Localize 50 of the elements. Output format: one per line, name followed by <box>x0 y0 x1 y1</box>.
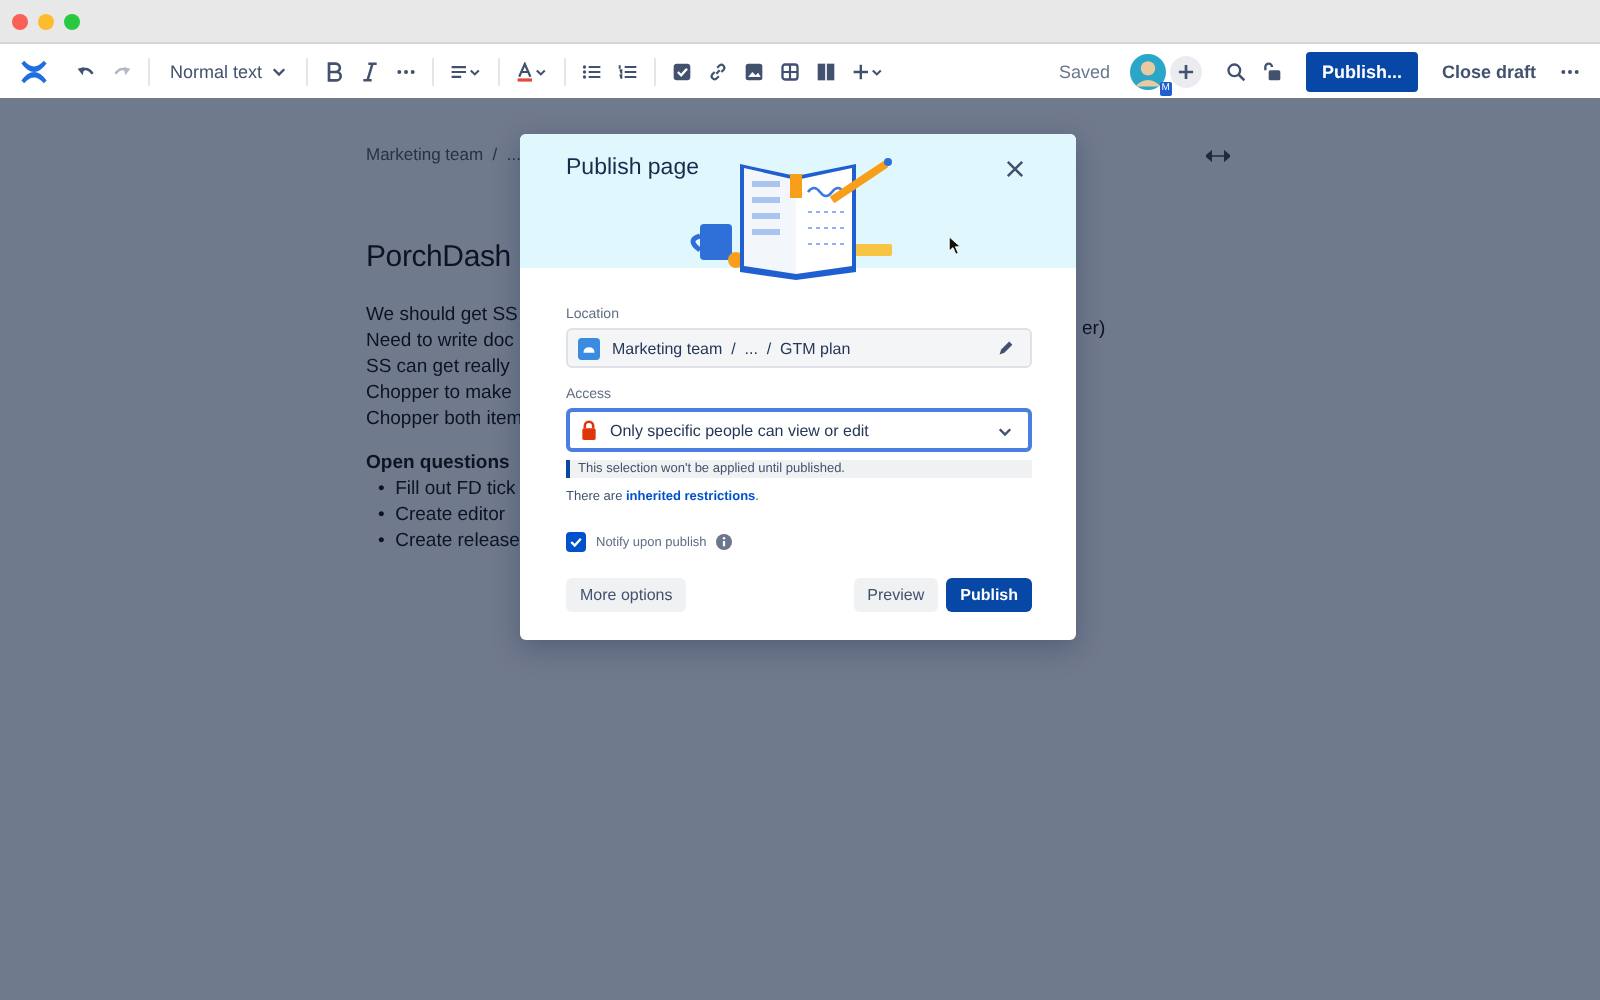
expand-width-icon[interactable] <box>1206 150 1230 162</box>
publish-button[interactable]: Publish... <box>1305 51 1418 91</box>
location-field[interactable]: Marketing team / ... / GTM plan <box>566 328 1032 368</box>
notify-checkbox[interactable] <box>566 532 586 552</box>
padlock-icon <box>580 420 598 440</box>
image-icon[interactable] <box>744 61 765 81</box>
table-icon[interactable] <box>780 61 801 81</box>
more-options-button[interactable]: More options <box>566 578 687 612</box>
info-icon[interactable] <box>716 534 733 550</box>
bullet-item: • Create release <box>378 528 520 554</box>
paragraph-fragment: er) <box>1082 318 1106 340</box>
italic-icon[interactable] <box>360 61 381 81</box>
save-status: Saved <box>1058 61 1110 81</box>
undo-icon[interactable] <box>76 61 96 81</box>
numbered-list-icon[interactable] <box>618 61 639 81</box>
section-heading: Open questions <box>366 450 510 476</box>
unlocked-padlock-icon[interactable] <box>1261 61 1282 81</box>
insert-icon[interactable] <box>852 61 885 81</box>
bold-icon[interactable] <box>324 61 345 81</box>
paragraph-line: Need to write doc <box>366 328 516 354</box>
alignment-icon[interactable] <box>450 61 483 81</box>
close-draft-button[interactable]: Close draft <box>1433 51 1544 91</box>
task-checkbox-icon[interactable] <box>672 61 693 81</box>
paragraph-line: Chopper to make <box>366 380 514 406</box>
bullet-item: • Fill out FD tick <box>378 476 518 502</box>
search-icon[interactable] <box>1225 61 1246 81</box>
access-dropdown[interactable]: Only specific people can view or edit <box>566 408 1032 452</box>
link-icon[interactable] <box>708 61 729 81</box>
page-title: PorchDash <box>366 240 511 274</box>
app-logo-icon[interactable] <box>20 59 48 83</box>
dialog-title: Publish page <box>566 156 699 180</box>
avatar-silhouette-icon <box>1129 53 1166 89</box>
breadcrumb: Marketing team / ... <box>366 144 521 164</box>
paragraph-line: SS can get really <box>366 354 512 380</box>
caret-icon <box>272 64 287 78</box>
text-style-dropdown[interactable]: Normal text <box>166 61 291 81</box>
space-icon <box>578 337 600 359</box>
add-collaborator-icon[interactable] <box>1169 55 1202 87</box>
paragraph-line: We should get SS <box>366 302 520 328</box>
bullet-item: • Create editor <box>378 502 508 528</box>
bullet-list-icon[interactable] <box>582 61 603 81</box>
dialog-publish-button[interactable]: Publish <box>946 578 1032 612</box>
preview-button[interactable]: Preview <box>853 578 939 612</box>
location-path: Marketing team / ... / GTM plan <box>612 339 853 357</box>
caret-icon <box>998 423 1012 437</box>
pencil-icon[interactable] <box>998 340 1014 356</box>
columns-layout-icon[interactable] <box>816 61 837 81</box>
mouse-pointer-icon <box>948 236 962 256</box>
close-icon[interactable] <box>1006 160 1024 178</box>
text-color-icon[interactable] <box>516 61 549 81</box>
